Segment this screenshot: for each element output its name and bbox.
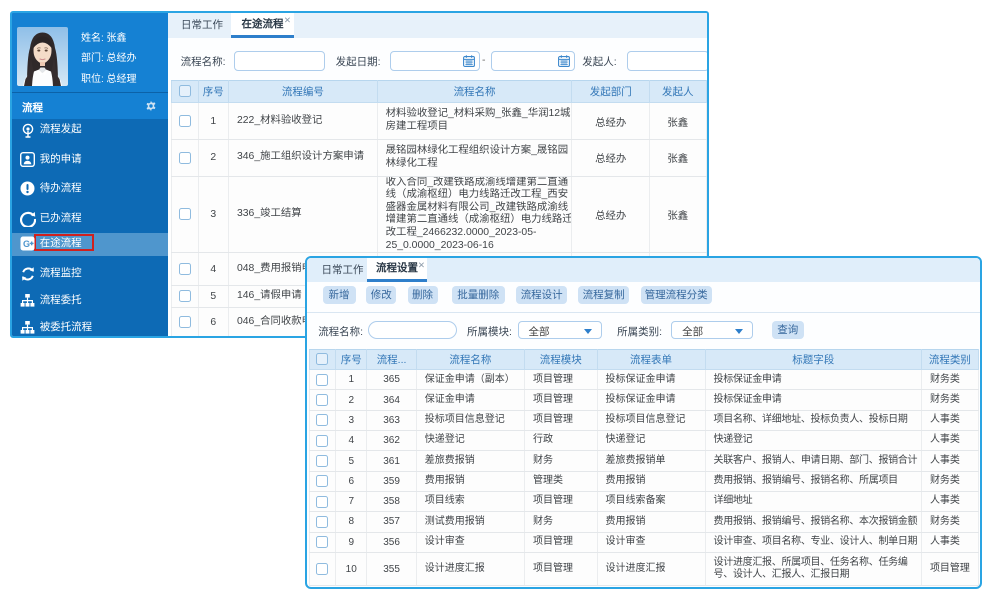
svg-text:G: G <box>23 239 30 249</box>
